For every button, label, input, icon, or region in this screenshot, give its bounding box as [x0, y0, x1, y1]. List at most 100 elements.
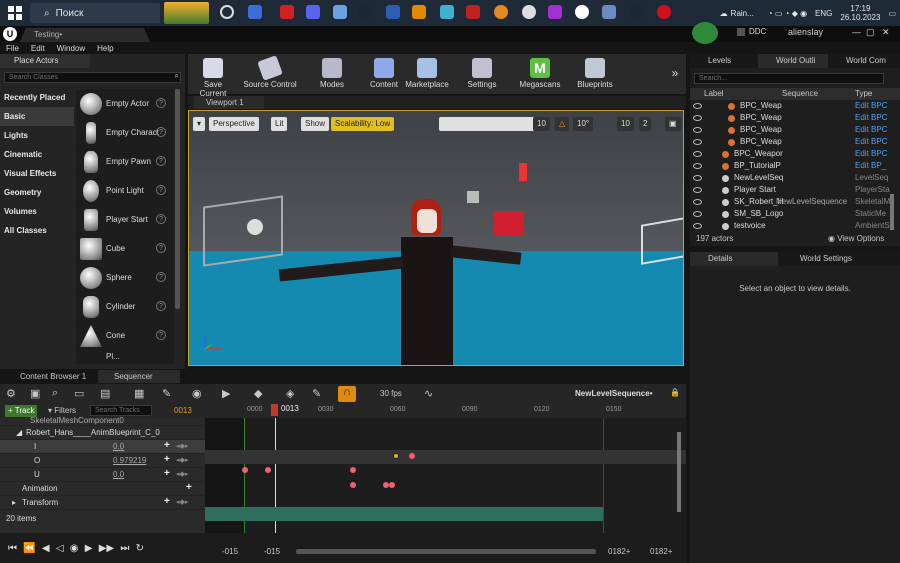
visibility-eye-icon[interactable]	[693, 151, 702, 157]
category-basic[interactable]: Basic	[0, 107, 74, 126]
close-button[interactable]: ✕	[882, 27, 890, 38]
help-icon[interactable]: ?	[156, 301, 166, 311]
unreal-icon[interactable]	[575, 5, 589, 19]
track-row-skeletal[interactable]: SkeletalMeshComponent0	[0, 417, 205, 426]
header-label[interactable]: Label	[704, 88, 724, 100]
jump-end-icon[interactable]: ⏭	[120, 543, 129, 554]
app-icon[interactable]	[548, 5, 562, 19]
opera-icon[interactable]	[280, 5, 294, 19]
actor-item-cone[interactable]: Cone?	[76, 321, 174, 350]
tab-world-composition[interactable]: World Com	[828, 54, 886, 68]
actor-list-scrollbar[interactable]	[175, 89, 180, 309]
track-value[interactable]: 0.0	[113, 440, 124, 454]
obs-icon[interactable]	[522, 5, 536, 19]
source-control-button[interactable]: Source Control	[240, 54, 300, 94]
playhead-handle[interactable]	[271, 404, 278, 416]
actor-item-player-start[interactable]: Player Start?	[76, 205, 174, 234]
header-sequence[interactable]: Sequence	[782, 88, 818, 100]
outliner-row[interactable]: BPC_Weap Edit BPC	[690, 112, 890, 124]
visibility-eye-icon[interactable]	[693, 223, 702, 229]
view-options-button[interactable]: ◉ View Options	[828, 234, 884, 243]
prev-key-icon[interactable]: ⏪	[23, 543, 35, 554]
content-button[interactable]: Content	[366, 54, 402, 94]
app-icon[interactable]	[412, 5, 426, 19]
track-value[interactable]: 0.0	[113, 468, 124, 482]
header-type[interactable]: Type	[855, 88, 872, 100]
outliner-row[interactable]: SK_Robert_H NewLevelSequence SkeletalM	[690, 196, 890, 208]
weather-text[interactable]: Rain...	[731, 9, 754, 18]
help-icon[interactable]: ?	[156, 214, 166, 224]
help-icon[interactable]: ?	[156, 98, 166, 108]
grid-snap-value[interactable]: 10	[533, 117, 550, 131]
category-cinematic[interactable]: Cinematic	[0, 145, 74, 164]
taskbar-search[interactable]: ⌕ Поиск	[30, 3, 160, 23]
jump-start-icon[interactable]: ⏮	[8, 543, 17, 554]
track-search-input[interactable]: Search Tracks	[90, 405, 152, 416]
keyframe-o[interactable]	[350, 467, 356, 473]
row-type-link[interactable]: Edit BPC	[855, 148, 887, 160]
edit-icon[interactable]: ✎	[312, 387, 321, 400]
row-type-link[interactable]: Edit BP_	[855, 160, 886, 172]
track-value[interactable]: 0.979219	[113, 454, 146, 468]
level-document-tab[interactable]: Testing•	[20, 28, 150, 42]
eye-icon[interactable]: ◉	[192, 387, 202, 400]
notification-icon[interactable]: ▭	[888, 9, 896, 18]
visibility-eye-icon[interactable]	[693, 115, 702, 121]
outliner-row[interactable]: BPC_Weap Edit BPC	[690, 136, 890, 148]
actor-item-cube[interactable]: Cube?	[76, 234, 174, 263]
step-back-icon[interactable]: ◀	[42, 543, 50, 554]
reverse-icon[interactable]: ◁	[56, 543, 64, 554]
timeline-range-scrollbar[interactable]	[296, 549, 596, 554]
tab-levels[interactable]: Levels	[690, 54, 731, 68]
source-control-status-icon[interactable]	[692, 22, 718, 44]
lock-icon[interactable]: 🔒	[670, 388, 680, 397]
outliner-search-input[interactable]: Search...	[694, 73, 884, 84]
megascans-button[interactable]: M Megascans	[516, 54, 564, 94]
maximize-button[interactable]: ▢	[866, 27, 875, 38]
current-frame-field[interactable]: 0013	[174, 406, 192, 415]
word-icon[interactable]	[386, 5, 400, 19]
scale-snap-value[interactable]: 10	[617, 117, 634, 131]
modes-button[interactable]: Modes	[310, 54, 354, 94]
actor-item-point-light[interactable]: Point Light?	[76, 176, 174, 205]
keyframe-o[interactable]	[265, 467, 271, 473]
app-icon[interactable]	[440, 5, 454, 19]
app-icon[interactable]	[466, 5, 480, 19]
visibility-eye-icon[interactable]	[693, 199, 702, 205]
film-icon[interactable]: ▤	[100, 387, 110, 400]
step-forward-icon[interactable]: ▶▶	[99, 543, 114, 554]
row-type-link[interactable]: Edit BPC	[855, 136, 887, 148]
key-diamond-icon[interactable]: ◆	[254, 387, 262, 400]
menu-edit[interactable]: Edit	[31, 44, 45, 53]
outliner-row[interactable]: Player Start PlayerSta	[690, 184, 890, 196]
tab-details[interactable]: Details	[690, 252, 778, 266]
help-icon[interactable]: ?	[156, 156, 166, 166]
perspective-button[interactable]: Perspective	[209, 117, 259, 131]
add-key-icon[interactable]: +	[164, 467, 170, 481]
view-end-field[interactable]: 0182+	[608, 547, 630, 556]
end-marker[interactable]	[603, 418, 604, 533]
track-row-o[interactable]: O 0.979219 + ◂◆▸	[0, 454, 205, 468]
camera-icon[interactable]: ▭	[74, 387, 84, 400]
tab-world-settings[interactable]: World Settings	[782, 252, 852, 266]
loop-icon[interactable]: ↻	[136, 543, 144, 554]
play-icon[interactable]: ▶	[85, 543, 93, 554]
app-icon[interactable]	[333, 5, 347, 19]
transform-track-bar[interactable]	[205, 507, 603, 521]
help-icon[interactable]: ?	[156, 127, 166, 137]
timeline-area[interactable]	[205, 418, 686, 533]
track-row-transform[interactable]: ▸ Transform + ◂◆▸	[0, 496, 205, 510]
outliner-row[interactable]: BPC_Weap Edit BPC	[690, 100, 890, 112]
visibility-eye-icon[interactable]	[693, 139, 702, 145]
search-icon[interactable]: ⌕	[52, 387, 58, 400]
actor-item-sphere[interactable]: Sphere?	[76, 263, 174, 292]
category-recently-placed[interactable]: Recently Placed	[0, 88, 74, 107]
settings-icon[interactable]: ▦	[134, 387, 144, 400]
render-icon[interactable]: ▣	[30, 387, 40, 400]
blender-icon[interactable]	[494, 5, 508, 19]
range-start-field[interactable]: -015	[222, 547, 238, 556]
tab-world-outliner[interactable]: World Outli	[758, 54, 828, 68]
row-type-link[interactable]: Edit BPC	[855, 100, 887, 112]
settings-button[interactable]: Settings	[462, 54, 502, 94]
row-type-link[interactable]: Edit BPC	[855, 112, 887, 124]
